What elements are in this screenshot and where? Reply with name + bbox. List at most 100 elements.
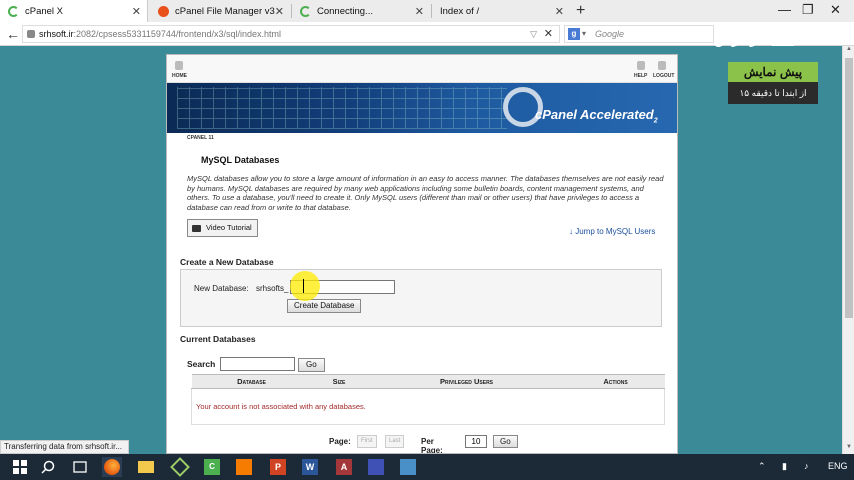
preview-badge-subtitle: از ابتدا تا دقیقه ۱۵: [739, 88, 807, 98]
table-row: Your account is not associated with any …: [191, 388, 665, 425]
preview-badge-title: پیش نمایش: [728, 62, 818, 82]
xampp-icon: [236, 459, 252, 475]
create-database-button[interactable]: Create Database: [287, 299, 362, 313]
tab-index-of[interactable]: Index of / ✕: [432, 0, 570, 22]
text-cursor-icon: [303, 279, 307, 293]
google-icon: g: [568, 28, 580, 40]
cpanel-brand: cPanel Accelerated2: [535, 107, 658, 125]
volume-icon[interactable]: ♪: [804, 461, 809, 471]
access-icon: A: [336, 459, 352, 475]
brand-text: cPanel Accelerated: [535, 107, 654, 122]
network-icon[interactable]: ▮: [782, 461, 787, 472]
home-link[interactable]: HOME: [172, 73, 187, 79]
cpanel-version: CPANEL 11: [187, 135, 214, 141]
preview-badge: پیش نمایش از ابتدا تا دقیقه ۱۵: [728, 62, 818, 104]
app-taskbar-icon-3[interactable]: [398, 457, 418, 477]
search-icon[interactable]: [38, 457, 58, 477]
create-database-panel: New Database: srhsofts_ Create Database: [180, 269, 662, 327]
tab-connecting[interactable]: Connecting... ✕: [292, 0, 430, 22]
current-databases-heading: Current Databases: [180, 334, 256, 344]
tab-cpanel-x[interactable]: cPanel X ✕: [0, 0, 148, 22]
restore-button[interactable]: ❐: [802, 2, 814, 18]
app-taskbar-icon-2[interactable]: [366, 457, 386, 477]
video-tutorial-button[interactable]: Video Tutorial: [187, 219, 258, 237]
tab-file-manager[interactable]: cPanel File Manager v3 ✕: [150, 0, 290, 22]
start-button[interactable]: [10, 457, 30, 477]
back-button[interactable]: ←: [4, 25, 22, 43]
language-indicator[interactable]: ENG: [828, 461, 848, 471]
page-scrollbar[interactable]: ▲ ▼: [842, 46, 854, 454]
per-page-input[interactable]: [465, 435, 487, 448]
search-label: Search: [187, 359, 216, 369]
file-explorer-taskbar-icon[interactable]: [136, 457, 156, 477]
close-window-button[interactable]: ✕: [830, 2, 841, 18]
tray-chevron-icon[interactable]: ⌃: [758, 461, 766, 472]
video-camera-icon: [192, 224, 201, 232]
search-engine-dropdown-icon[interactable]: ▾: [582, 26, 586, 42]
page-label: Page:: [329, 437, 351, 446]
tab-strip: cPanel X ✕ cPanel File Manager v3 ✕ Conn…: [0, 0, 854, 22]
scrollbar-thumb[interactable]: [845, 58, 853, 318]
access-taskbar-icon[interactable]: A: [334, 457, 354, 477]
powerpoint-taskbar-icon[interactable]: P: [268, 457, 288, 477]
close-tab-icon[interactable]: ✕: [275, 5, 284, 18]
word-taskbar-icon[interactable]: W: [300, 457, 320, 477]
close-tab-icon[interactable]: ✕: [555, 5, 564, 18]
per-page-go-button[interactable]: Go: [493, 435, 518, 448]
cpanel-top-nav: HOME HELP LOGOUT: [167, 55, 677, 83]
per-page-label: Per Page:: [421, 437, 443, 454]
home-icon[interactable]: [175, 61, 183, 70]
history-dropdown-icon[interactable]: ▽: [530, 26, 537, 42]
page-description: MySQL databases allow you to store a lar…: [187, 174, 664, 212]
new-database-label: New Database:: [194, 284, 249, 293]
minimize-button[interactable]: —: [778, 2, 791, 17]
scroll-up-icon[interactable]: ▲: [843, 46, 854, 56]
page-title: MySQL Databases: [201, 155, 280, 165]
task-view-icon[interactable]: [70, 457, 90, 477]
firefox-icon: [104, 459, 120, 475]
logout-link[interactable]: LOGOUT: [653, 73, 674, 79]
search-go-button[interactable]: Go: [298, 358, 325, 372]
last-page-button[interactable]: Last: [385, 435, 405, 448]
help-icon[interactable]: [637, 61, 645, 70]
firefox-taskbar-icon[interactable]: [102, 457, 122, 477]
xampp-taskbar-icon[interactable]: [234, 457, 254, 477]
first-page-button[interactable]: First: [357, 435, 377, 448]
scroll-down-icon[interactable]: ▼: [843, 444, 854, 454]
tab-title: Connecting...: [317, 5, 373, 17]
close-tab-icon[interactable]: ✕: [415, 5, 424, 18]
jump-to-mysql-users-link[interactable]: ↓ Jump to MySQL Users: [569, 227, 655, 236]
table-header-row: Database Size Privileged Users Actions: [191, 374, 665, 389]
windows-logo-icon: [13, 460, 27, 474]
taskbar: C P W A ⌃ ▮ ♪ ENG: [0, 454, 854, 480]
site-info-icon[interactable]: [27, 30, 35, 38]
banner-world-map: [177, 87, 507, 129]
close-tab-icon[interactable]: ✕: [132, 5, 141, 18]
column-header-database[interactable]: Database: [191, 374, 312, 389]
new-tab-button[interactable]: +: [576, 2, 585, 20]
cpanel-favicon-icon: [158, 5, 169, 17]
database-search-input[interactable]: [220, 357, 295, 371]
powerpoint-icon: P: [270, 459, 286, 475]
folder-icon: [138, 461, 154, 473]
help-link[interactable]: HELP: [634, 73, 647, 79]
video-tutorial-label: Video Tutorial: [206, 223, 252, 232]
address-bar[interactable]: srhsoft.ir:2082/cpsess5331159744/fronten…: [22, 25, 560, 43]
loading-spinner-icon: [300, 5, 311, 17]
app-taskbar-icon[interactable]: [170, 457, 190, 477]
stop-icon[interactable]: ✕: [544, 26, 553, 42]
tab-title: cPanel X: [25, 5, 64, 17]
logout-icon[interactable]: [658, 61, 666, 70]
task-view-glyph: [73, 461, 87, 473]
brand-logo: گرادرس ☰: [714, 24, 854, 52]
magnifier-glyph: [41, 460, 55, 474]
menu-icon: ☰: [799, 29, 813, 46]
column-header-privileged-users: Privileged Users: [366, 374, 567, 389]
database-prefix: srhsofts_: [256, 284, 289, 293]
books-icon: [771, 30, 794, 46]
cpanel-page: HOME HELP LOGOUT cPanel Accelerated2 CPA…: [166, 54, 678, 454]
column-header-size[interactable]: Size: [311, 374, 367, 389]
search-bar[interactable]: g ▾ Google: [564, 25, 714, 43]
tab-title: Index of /: [440, 5, 480, 17]
camtasia-taskbar-icon[interactable]: C: [202, 457, 222, 477]
